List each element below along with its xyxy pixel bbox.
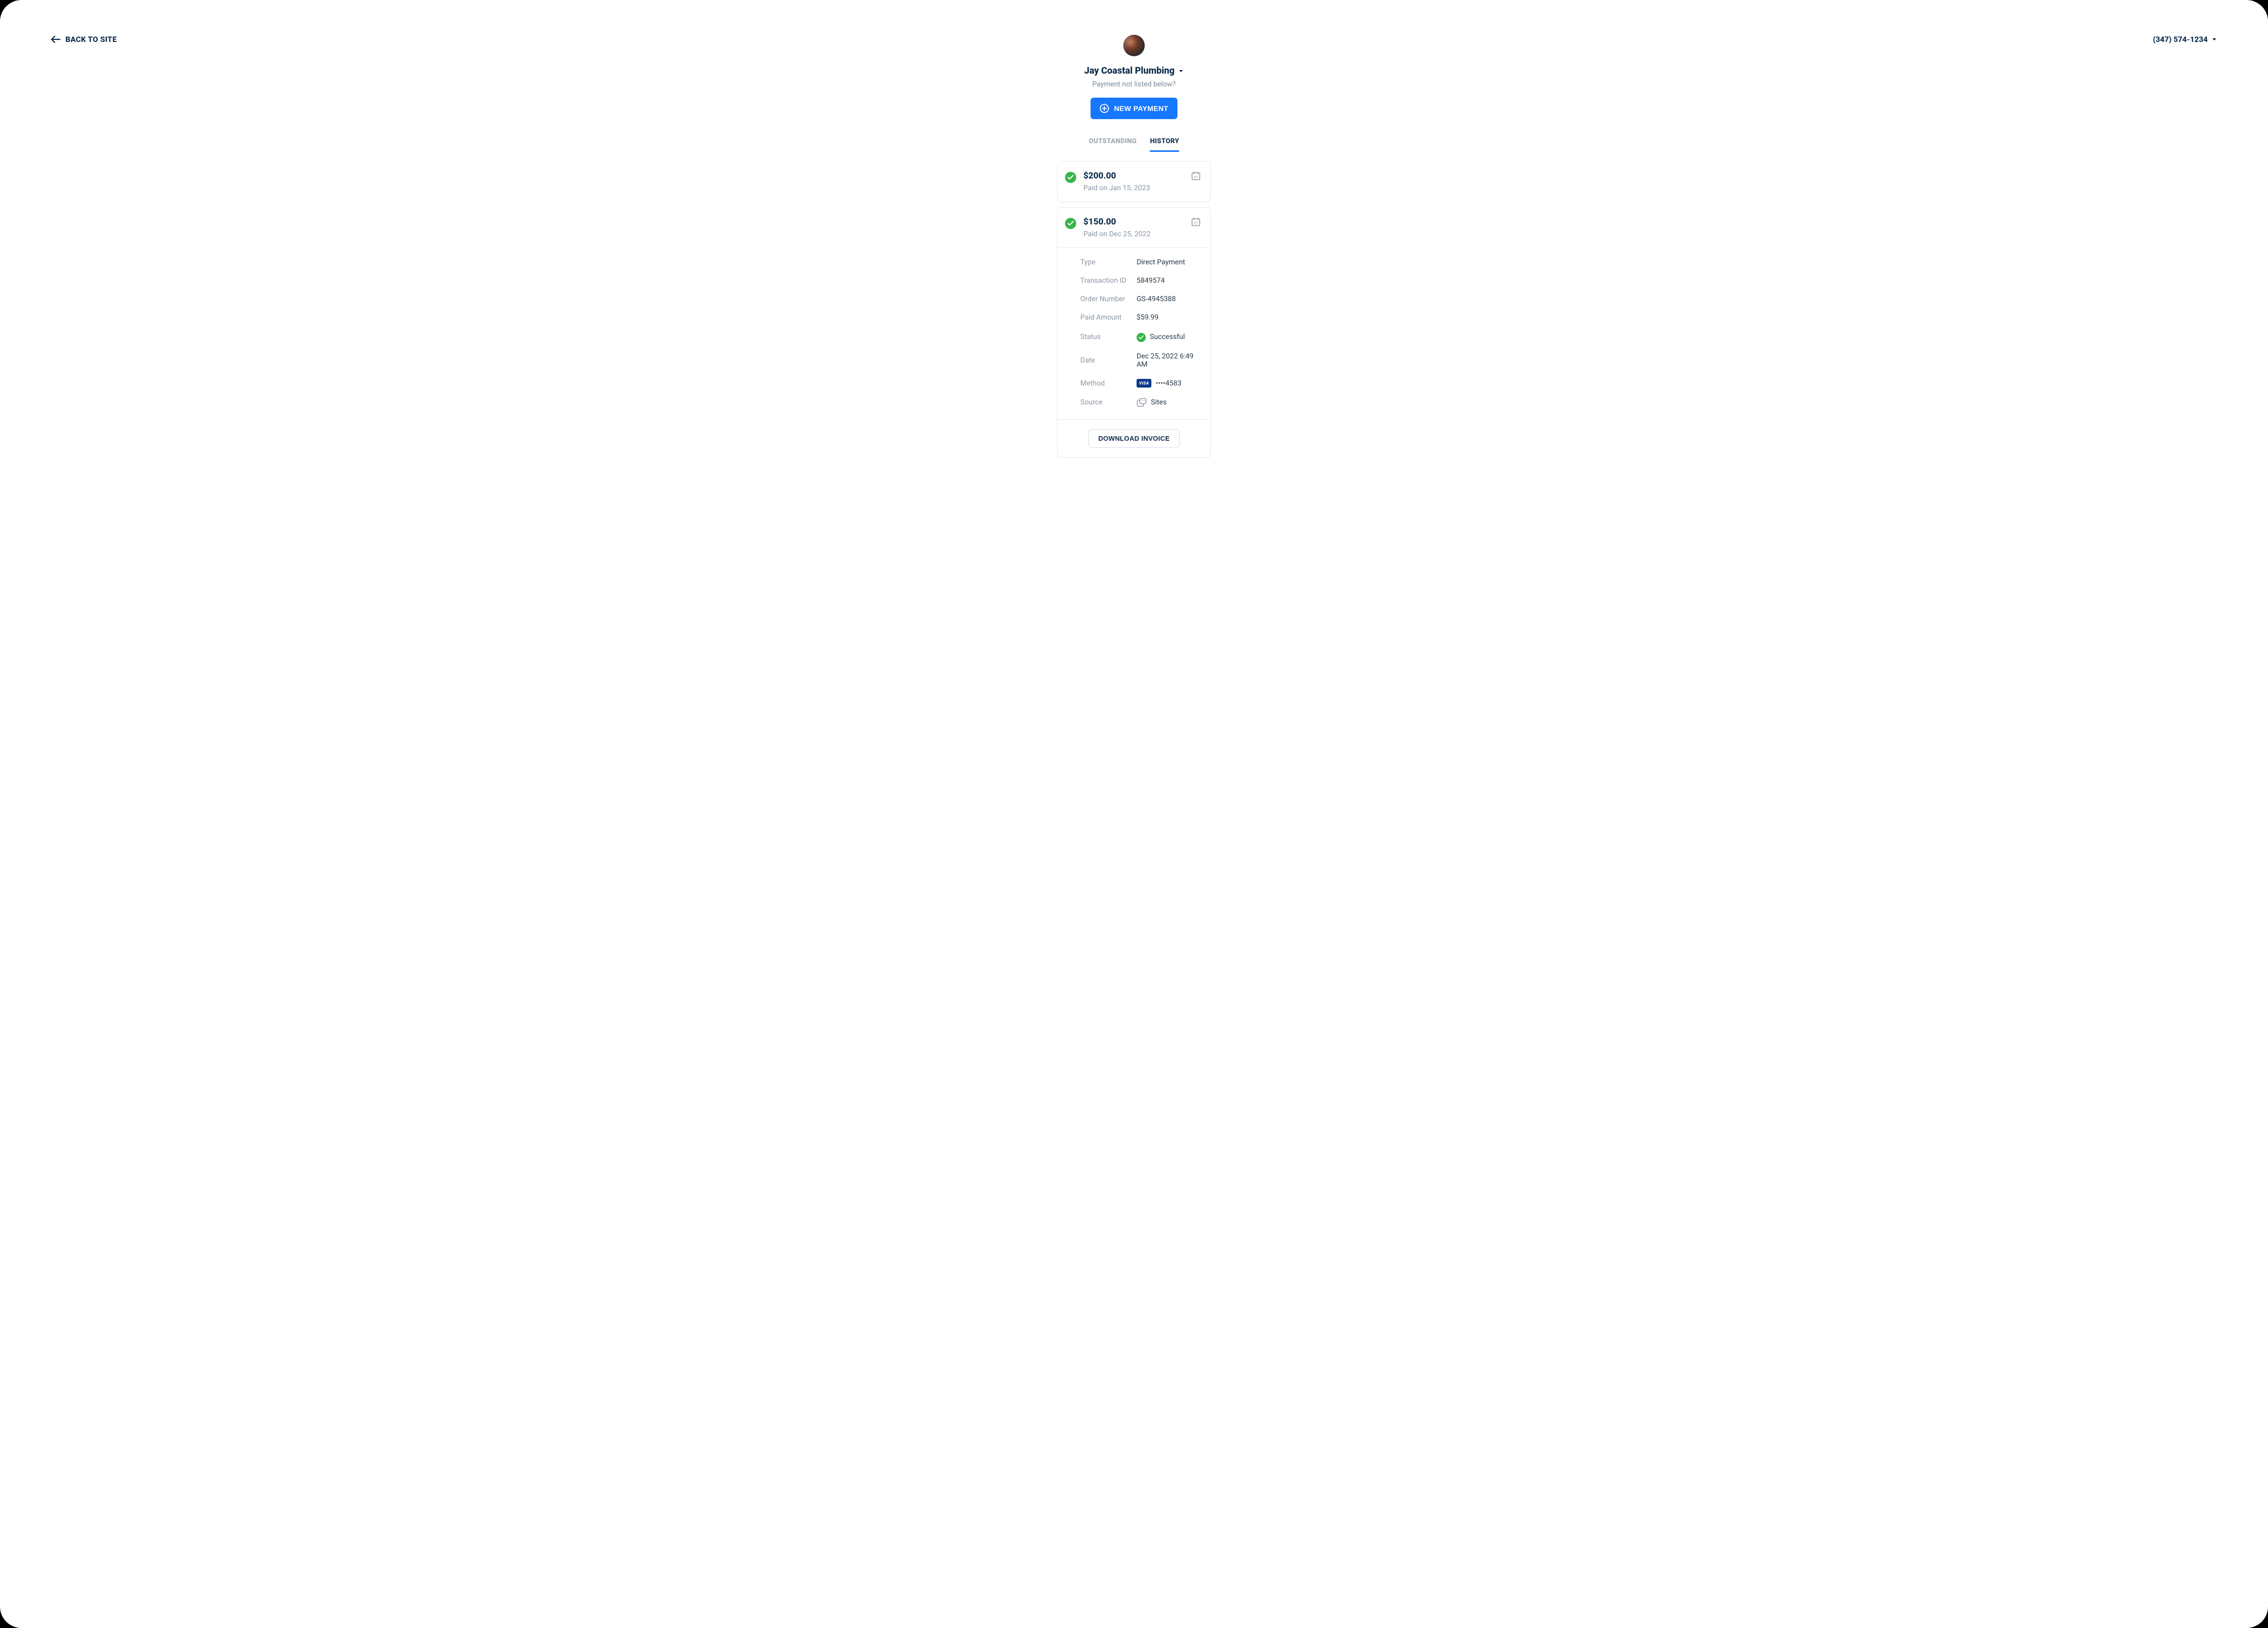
detail-label: Date — [1080, 356, 1137, 365]
payment-paid-on: Paid on Dec 25, 2022 — [1083, 230, 1150, 238]
detail-value: Successful — [1137, 332, 1185, 342]
detail-value: 5849574 — [1137, 277, 1165, 285]
detail-value: VISA ••••4583 — [1137, 379, 1182, 388]
check-circle-icon — [1065, 172, 1076, 183]
business-name: Jay Coastal Plumbing — [1084, 65, 1175, 76]
phone-number: (347) 574-1234 — [2153, 35, 2208, 44]
sites-icon — [1137, 398, 1147, 407]
center-column: Jay Coastal Plumbing Payment not listed … — [1057, 35, 1211, 458]
detail-value: Sites — [1137, 398, 1167, 407]
detail-row-paid-amount: Paid Amount $59.99 — [1080, 313, 1201, 322]
detail-label: Paid Amount — [1080, 313, 1137, 322]
payment-history-list: $200.00 Paid on Jan 15, 2023 — [1057, 161, 1211, 458]
calendar-icon — [1191, 171, 1201, 183]
detail-value: Direct Payment — [1137, 258, 1185, 266]
payment-card: $150.00 Paid on Dec 25, 2022 — [1057, 207, 1211, 458]
tabs: OUTSTANDING HISTORY — [1089, 138, 1180, 152]
payment-amount: $200.00 — [1083, 171, 1150, 181]
detail-label: Transaction ID — [1080, 277, 1137, 285]
detail-label: Source — [1080, 398, 1137, 406]
back-label: BACK TO SITE — [65, 35, 117, 44]
caret-down-icon — [2212, 38, 2217, 41]
new-payment-label: NEW PAYMENT — [1114, 104, 1168, 112]
detail-value: Dec 25, 2022 6:49 AM — [1137, 352, 1201, 369]
check-circle-icon — [1137, 333, 1146, 342]
calendar-icon — [1191, 217, 1201, 229]
card-last4: ••••4583 — [1155, 379, 1181, 388]
detail-row-method: Method VISA ••••4583 — [1080, 379, 1201, 388]
detail-row-order-number: Order Number GS-4945388 — [1080, 295, 1201, 303]
payment-amount: $150.00 — [1083, 217, 1150, 227]
payment-details: Type Direct Payment Transaction ID 58495… — [1058, 248, 1210, 419]
status-text: Successful — [1150, 333, 1185, 341]
detail-label: Order Number — [1080, 295, 1137, 303]
detail-label: Method — [1080, 379, 1137, 388]
check-circle-icon — [1065, 218, 1076, 229]
detail-label: Status — [1080, 333, 1137, 341]
detail-row-date: Date Dec 25, 2022 6:49 AM — [1080, 352, 1201, 369]
business-avatar — [1123, 35, 1145, 56]
download-row: DOWNLOAD INVOICE — [1058, 419, 1210, 457]
tab-outstanding[interactable]: OUTSTANDING — [1089, 138, 1137, 152]
detail-row-transaction-id: Transaction ID 5849574 — [1080, 277, 1201, 285]
detail-row-type: Type Direct Payment — [1080, 258, 1201, 266]
source-text: Sites — [1151, 398, 1167, 406]
app-frame: BACK TO SITE (347) 574-1234 Jay Coastal … — [0, 0, 2268, 1628]
back-to-site-link[interactable]: BACK TO SITE — [51, 35, 117, 44]
detail-label: Type — [1080, 258, 1137, 266]
new-payment-button[interactable]: NEW PAYMENT — [1091, 98, 1177, 119]
tab-history[interactable]: HISTORY — [1150, 138, 1179, 152]
caret-down-icon — [1178, 70, 1184, 73]
visa-badge-icon: VISA — [1137, 379, 1151, 388]
phone-dropdown[interactable]: (347) 574-1234 — [2153, 35, 2217, 44]
detail-value: GS-4945388 — [1137, 295, 1176, 303]
payment-paid-on: Paid on Jan 15, 2023 — [1083, 184, 1150, 192]
detail-row-status: Status Successful — [1080, 332, 1201, 342]
payment-card: $200.00 Paid on Jan 15, 2023 — [1057, 161, 1211, 202]
subtext: Payment not listed below? — [1092, 80, 1175, 88]
plus-circle-icon — [1100, 104, 1109, 113]
detail-row-source: Source Sites — [1080, 398, 1201, 407]
business-selector[interactable]: Jay Coastal Plumbing — [1084, 65, 1184, 76]
payment-card-header[interactable]: $150.00 Paid on Dec 25, 2022 — [1058, 208, 1210, 247]
arrow-left-icon — [51, 36, 60, 43]
payment-card-header[interactable]: $200.00 Paid on Jan 15, 2023 — [1058, 162, 1210, 201]
detail-value: $59.99 — [1137, 313, 1159, 322]
download-invoice-button[interactable]: DOWNLOAD INVOICE — [1088, 429, 1180, 448]
